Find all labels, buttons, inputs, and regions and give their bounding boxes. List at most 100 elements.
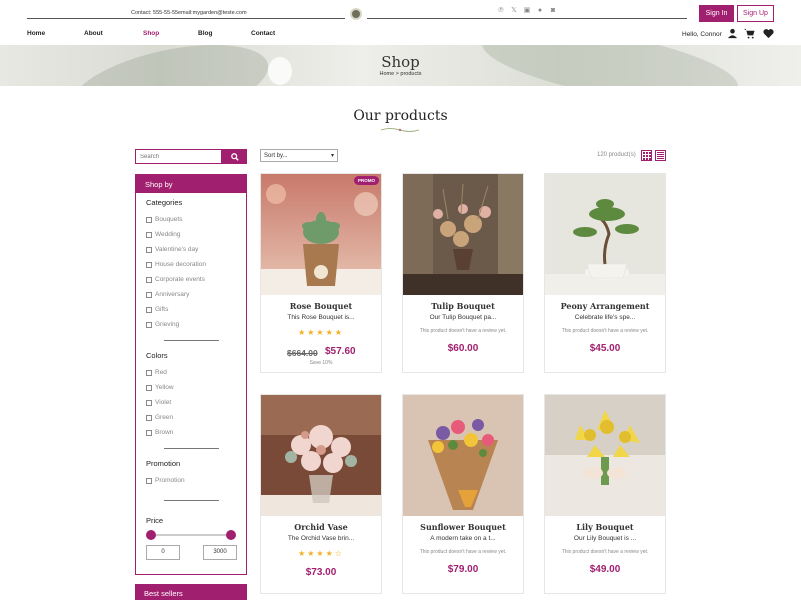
nav-contact[interactable]: Contact	[251, 30, 275, 37]
product-image[interactable]	[261, 395, 381, 516]
product-description: The Orchid Vase brin...	[287, 535, 355, 542]
filter-category[interactable]: House decoration	[146, 261, 206, 268]
product-image[interactable]: PROMO	[261, 174, 381, 295]
product-name[interactable]: Sunflower Bouquet	[403, 522, 523, 532]
checkbox[interactable]	[146, 261, 152, 268]
price-max-input[interactable]: 3000	[203, 545, 237, 560]
search-button[interactable]	[222, 149, 247, 164]
nav-shop[interactable]: Shop	[143, 30, 159, 37]
top-divider-left	[27, 18, 345, 19]
checkbox[interactable]	[146, 246, 152, 253]
list-view-icon[interactable]	[655, 150, 666, 161]
filter-color[interactable]: Violet	[146, 399, 171, 406]
price-min-input[interactable]: 0	[146, 545, 180, 560]
social-links: ℗ 𝕏 ▣ ● ◙	[497, 7, 557, 15]
checkbox[interactable]	[146, 306, 152, 313]
checkbox[interactable]	[146, 477, 152, 484]
filter-category[interactable]: Gifts	[146, 306, 168, 313]
checkbox[interactable]	[146, 429, 152, 436]
filter-category[interactable]: Wedding	[146, 231, 181, 238]
checkbox[interactable]	[146, 321, 152, 328]
contact-email: email:mygarden@teste.com	[178, 10, 247, 16]
product-image[interactable]	[545, 395, 665, 516]
checkbox[interactable]	[146, 276, 152, 283]
product-description: This Rose Bouquet is...	[287, 314, 355, 321]
filter-promotion[interactable]: Promotion	[146, 477, 185, 484]
promo-badge: PROMO	[353, 176, 379, 185]
filter-sidebar: Shop by Categories Bouquets Wedding Vale…	[135, 174, 247, 575]
promotion-heading: Promotion	[146, 459, 181, 468]
price-slider-max-handle[interactable]	[226, 530, 236, 540]
product-old-price: $664.00	[287, 348, 318, 358]
filter-category[interactable]: Valentine's day	[146, 246, 198, 253]
product-image[interactable]	[403, 395, 523, 516]
product-name[interactable]: Lily Bouquet	[545, 522, 665, 532]
sidebar-header: Shop by	[136, 175, 246, 193]
product-card[interactable]: Tulip Bouquet Our Tulip Bouquet pa... Th…	[402, 173, 524, 373]
user-greeting: Hello, Connor	[682, 31, 722, 38]
product-price: $45.00	[589, 343, 621, 354]
nav-blog[interactable]: Blog	[198, 30, 212, 37]
product-card[interactable]: Lily Bouquet Our Lily Bouquet is ... Thi…	[544, 394, 666, 594]
nav-home[interactable]: Home	[27, 30, 45, 37]
filter-color[interactable]: Red	[146, 369, 167, 376]
categories-heading: Categories	[146, 198, 183, 207]
facebook-icon[interactable]: ●	[536, 7, 544, 15]
product-image[interactable]	[403, 174, 523, 295]
filter-color[interactable]: Yellow	[146, 384, 174, 391]
heart-icon[interactable]	[763, 28, 774, 39]
account-icon[interactable]	[727, 28, 738, 39]
price-slider-track[interactable]	[151, 534, 231, 536]
filter-color[interactable]: Brown	[146, 429, 173, 436]
sort-select[interactable]: Sort by... ▾	[260, 149, 338, 162]
product-count: 120 product(s)	[597, 152, 636, 158]
x-icon[interactable]: 𝕏	[510, 7, 518, 15]
instagram-icon[interactable]: ◙	[549, 7, 557, 15]
no-review-note: This product doesn't have a review yet.	[561, 328, 649, 334]
filter-color[interactable]: Green	[146, 414, 173, 421]
product-name[interactable]: Rose Bouquet	[261, 301, 381, 311]
filter-category[interactable]: Corporate events	[146, 276, 205, 283]
cart-icon[interactable]	[744, 28, 755, 39]
sign-in-button[interactable]: Sign In	[699, 5, 734, 22]
checkbox[interactable]	[146, 369, 152, 376]
main-nav: Home About Shop Blog Contact Hello, Conn…	[0, 27, 801, 45]
checkbox[interactable]	[146, 291, 152, 298]
checkbox[interactable]	[146, 399, 152, 406]
nav-about[interactable]: About	[84, 30, 103, 37]
price-slider-min-handle[interactable]	[146, 530, 156, 540]
filter-category[interactable]: Anniversary	[146, 291, 189, 298]
site-logo[interactable]	[350, 8, 362, 20]
product-name[interactable]: Tulip Bouquet	[403, 301, 523, 311]
rating-stars: ★★★★★	[298, 328, 344, 337]
vine-divider-icon	[381, 128, 419, 132]
product-price: $73.00	[305, 567, 337, 578]
sign-up-button[interactable]: Sign Up	[737, 5, 774, 22]
search-input[interactable]	[135, 149, 222, 164]
filter-category[interactable]: Grieving	[146, 321, 179, 328]
product-card[interactable]: Orchid Vase The Orchid Vase brin... ★★★★…	[260, 394, 382, 594]
product-description: Celebrate life's spe...	[574, 314, 636, 321]
product-card[interactable]: PROMO Rose Bouquet This Rose Bouquet is.…	[260, 173, 382, 373]
filter-category[interactable]: Bouquets	[146, 216, 182, 223]
linkedin-icon[interactable]: ▣	[523, 7, 531, 15]
grid-view-icon[interactable]	[641, 150, 652, 161]
product-card[interactable]: Peony Arrangement Celebrate life's spe..…	[544, 173, 666, 373]
product-name[interactable]: Orchid Vase	[261, 522, 381, 532]
top-divider-right	[367, 18, 687, 19]
no-review-note: This product doesn't have a review yet.	[561, 549, 649, 555]
product-card[interactable]: Sunflower Bouquet A modern take on a t..…	[402, 394, 524, 594]
checkbox[interactable]	[146, 414, 152, 421]
pinterest-icon[interactable]: ℗	[497, 7, 505, 15]
product-name[interactable]: Peony Arrangement	[545, 301, 665, 311]
product-description: A modern take on a t...	[430, 535, 496, 542]
breadcrumb[interactable]: Home > products	[0, 71, 801, 77]
checkbox[interactable]	[146, 231, 152, 238]
product-image[interactable]	[545, 174, 665, 295]
contact-phone: Contact: 555-55-55	[131, 10, 179, 16]
chevron-down-icon: ▾	[330, 153, 334, 159]
colors-heading: Colors	[146, 351, 168, 360]
checkbox[interactable]	[146, 216, 152, 223]
page-hero: Shop Home > products	[0, 45, 801, 86]
checkbox[interactable]	[146, 384, 152, 391]
